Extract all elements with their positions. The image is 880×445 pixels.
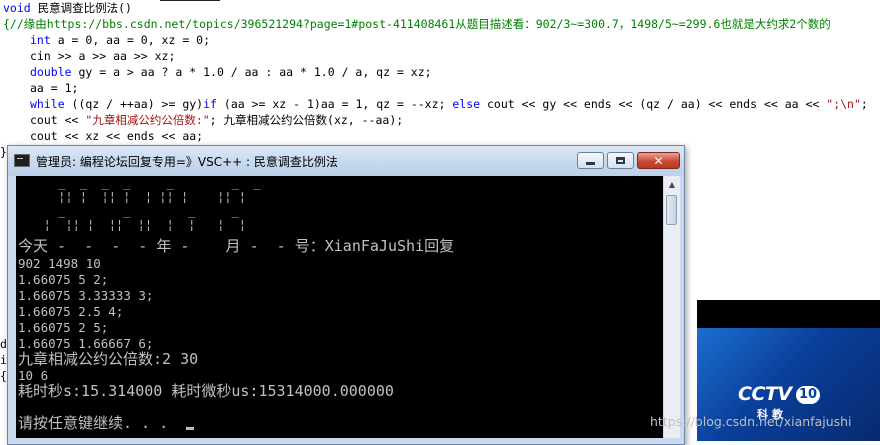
code-fragment-d: d <box>0 337 7 351</box>
statement-end: ; <box>860 97 868 111</box>
ascii-art-line: ¦ ¦¦ ¦ ¦¦ ¦¦ ¦ ¦ ¦ ¦ <box>22 218 246 232</box>
code-line-5[interactable]: double gy = a > aa ? a * 1.0 / aa : aa *… <box>30 64 432 80</box>
scrollbar-thumb[interactable] <box>666 195 677 225</box>
code-fragment-brace: { <box>0 369 7 383</box>
code-line-3[interactable]: int a = 0, aa = 0, xz = 0; <box>30 32 210 48</box>
continue-prompt: 请按任意键继续. . . <box>18 414 169 432</box>
text-cursor <box>186 427 194 430</box>
close-icon: ✕ <box>653 153 664 168</box>
console-app-icon[interactable] <box>14 154 30 167</box>
output-line: 902 1498 10 <box>18 256 101 271</box>
if-body: (aa >= xz - 1)aa = 1, qz = --xz; <box>216 97 453 111</box>
code-line-10[interactable]: } <box>0 144 7 160</box>
while-condition: ((qz / ++aa) >= gy) <box>64 97 204 111</box>
output-line: 1.66075 5 2; <box>18 272 109 287</box>
string-literal: ";\n" <box>826 97 861 111</box>
result-title: 九章相减公约公倍数:2 30 <box>18 350 199 368</box>
keyword-while: while <box>30 97 65 111</box>
string-literal: "九章相减公约公倍数:" <box>85 113 210 127</box>
title-bar[interactable]: 管理员: 编程论坛回复专用=》VSC++ : 民意调查比例法 ✕ <box>8 146 684 176</box>
channel-number: 10 <box>796 386 820 404</box>
window-title: 管理员: 编程论坛回复专用=》VSC++ : 民意调查比例法 <box>36 155 338 169</box>
cout-tail: ; 九章相减公约公倍数(xz, --aa); <box>209 113 404 127</box>
timing-line: 耗时秒s:15.314000 耗时微秒us:15314000.000000 <box>18 382 394 400</box>
output-line: 1.66075 3.33333 3; <box>18 288 154 303</box>
keyword-int: int <box>30 33 51 47</box>
keyword-void: void <box>3 1 31 15</box>
keyword-if: if <box>203 97 217 111</box>
code-line-7[interactable]: while ((qz / ++aa) >= gy)if (aa >= xz - … <box>30 96 868 112</box>
decl-text: gy = a > aa ? a * 1.0 / aa : aa * 1.0 / … <box>71 65 432 79</box>
maximize-button[interactable] <box>607 152 634 169</box>
else-body: cout << gy << ends << (qz / aa) << ends … <box>480 97 827 111</box>
keyword-double: double <box>30 65 72 79</box>
output-line: 1.66075 2 5; <box>18 320 109 335</box>
console-window[interactable]: 管理员: 编程论坛回复专用=》VSC++ : 民意调查比例法 ✕ _ _ _ _… <box>7 145 685 445</box>
date-reply-line: 今天 - - - - 年 - 月 - - 号：XianFaJuShi回复 <box>18 237 455 255</box>
maximize-icon <box>616 157 625 164</box>
decl-text: a = 0, aa = 0, xz = 0; <box>50 33 211 47</box>
ascii-art-line: ¦¦ ¦ ¦¦ ¦ ¦ ¦¦ ¦ ¦¦ ¦ <box>22 190 246 204</box>
code-line-4[interactable]: cin >> a >> aa >> xz; <box>30 48 175 64</box>
code-line-6[interactable]: aa = 1; <box>30 80 78 96</box>
vertical-scrollbar[interactable]: ▲ <box>663 176 680 438</box>
blog-watermark: https://blog.csdn.net/xianfajushi <box>650 414 852 429</box>
minimize-icon <box>586 162 595 165</box>
output-line: 1.66075 2.5 4; <box>18 304 124 319</box>
scroll-up-icon[interactable]: ▲ <box>664 176 680 192</box>
code-line-1[interactable]: void 民意调查比例法() <box>3 0 132 16</box>
ascii-art-line: _ _ _ _ _ _ _ <box>22 176 261 190</box>
console-output-area[interactable]: _ _ _ _ _ _ _ ¦¦ ¦ ¦¦ ¦ ¦ ¦¦ ¦ ¦¦ ¦ _ _ … <box>16 176 663 438</box>
keyword-else: else <box>452 97 481 111</box>
code-line-8[interactable]: cout << "九章相减公约公倍数:"; 九章相减公约公倍数(xz, --aa… <box>30 112 403 128</box>
code-line-2-comment[interactable]: {//缘由https://bbs.csdn.net/topics/3965212… <box>3 16 831 32</box>
code-line-9[interactable]: cout << xz << ends << aa; <box>30 128 203 144</box>
minimize-button[interactable] <box>577 152 604 169</box>
title-underline <box>160 0 220 1</box>
ascii-art-line: _ _ _ _ <box>22 204 239 218</box>
close-button[interactable]: ✕ <box>637 152 680 169</box>
cctv-logo: CCTV <box>738 383 792 405</box>
cout-prefix: cout << <box>30 113 86 127</box>
code-fragment-i: i <box>0 353 7 367</box>
function-signature: 民意调查比例法() <box>30 1 132 15</box>
